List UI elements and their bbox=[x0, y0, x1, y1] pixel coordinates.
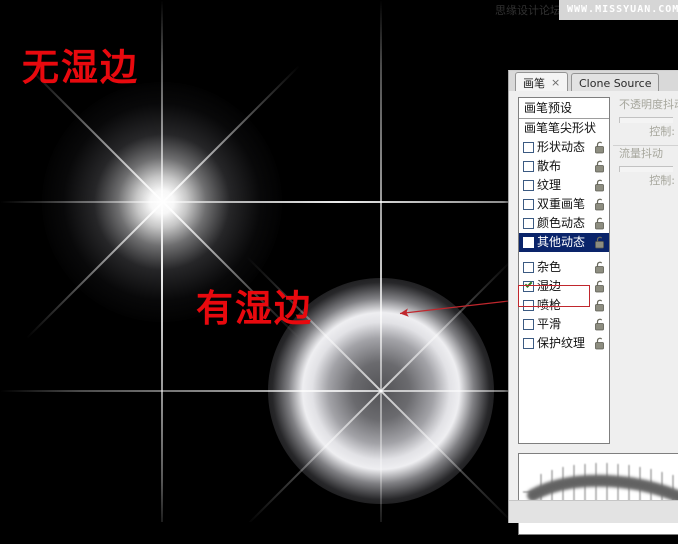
tab-clone-source[interactable]: Clone Source bbox=[571, 73, 660, 92]
lock-icon[interactable] bbox=[594, 217, 606, 230]
brush-options-list[interactable]: 画笔预设 画笔笔尖形状 形状动态 散布 纹理 双重画笔 颜色动态 其他动态 杂色… bbox=[518, 97, 610, 444]
checkbox-dual-brush[interactable] bbox=[523, 199, 534, 210]
watermark-site-name: 思缘设计论坛 bbox=[495, 4, 561, 17]
panel-footer bbox=[509, 500, 678, 523]
screenshot-root: 无湿边 有湿边 思缘设计论坛 WWW.MISSYUAN.COM 画笔 × Clo… bbox=[0, 0, 678, 544]
option-title-opacity-jitter: 不透明度抖动 bbox=[619, 98, 678, 111]
checkbox-wet-edges[interactable] bbox=[523, 281, 534, 292]
checkbox-texture[interactable] bbox=[523, 180, 534, 191]
checkbox-smoothing[interactable] bbox=[523, 319, 534, 330]
list-item-texture[interactable]: 纹理 bbox=[519, 176, 609, 195]
option-control-label-opacity: 控制: bbox=[649, 125, 675, 138]
checkbox-protect-texture[interactable] bbox=[523, 338, 534, 349]
lock-icon[interactable] bbox=[594, 236, 606, 249]
checkbox-scattering[interactable] bbox=[523, 161, 534, 172]
panel-body: 画笔预设 画笔笔尖形状 形状动态 散布 纹理 双重画笔 颜色动态 其他动态 杂色… bbox=[509, 91, 678, 535]
lock-icon[interactable] bbox=[594, 141, 606, 154]
label-with-wet-edges: 有湿边 bbox=[196, 287, 313, 330]
tab-brushes[interactable]: 画笔 × bbox=[515, 72, 569, 92]
lock-icon[interactable] bbox=[594, 261, 606, 274]
brushes-panel: 画笔 × Clone Source 画笔预设 画笔笔尖形状 形状动态 散布 纹理… bbox=[508, 70, 678, 535]
list-item-dual-brush[interactable]: 双重画笔 bbox=[519, 195, 609, 214]
list-item-shape-dynamics[interactable]: 形状动态 bbox=[519, 138, 609, 157]
list-item-color-dynamics[interactable]: 颜色动态 bbox=[519, 214, 609, 233]
lock-icon[interactable] bbox=[594, 299, 606, 312]
list-item-wet-edges[interactable]: 湿边 bbox=[519, 277, 609, 296]
checkbox-noise[interactable] bbox=[523, 262, 534, 273]
tab-brushes-label: 画笔 bbox=[523, 76, 545, 90]
option-title-flow-jitter: 流量抖动 bbox=[619, 147, 663, 160]
watermark: 思缘设计论坛 WWW.MISSYUAN.COM bbox=[489, 0, 678, 20]
lock-icon[interactable] bbox=[594, 318, 606, 331]
option-control-label-flow: 控制: bbox=[649, 174, 675, 187]
list-item-airbrush[interactable]: 喷枪 bbox=[519, 296, 609, 315]
tab-clone-source-label: Clone Source bbox=[579, 76, 652, 90]
lock-icon[interactable] bbox=[594, 280, 606, 293]
lock-icon[interactable] bbox=[594, 337, 606, 350]
list-item-noise[interactable]: 杂色 bbox=[519, 258, 609, 277]
list-item-protect-texture[interactable]: 保护纹理 bbox=[519, 334, 609, 353]
canvas-bottom-strip bbox=[0, 522, 508, 544]
checkbox-shape-dynamics[interactable] bbox=[523, 142, 534, 153]
watermark-url: WWW.MISSYUAN.COM bbox=[567, 4, 678, 15]
checkbox-airbrush[interactable] bbox=[523, 300, 534, 311]
label-no-wet-edges: 无湿边 bbox=[22, 46, 139, 89]
list-item-brush-tip-shape[interactable]: 画笔笔尖形状 bbox=[519, 119, 609, 138]
list-item-other-dynamics[interactable]: 其他动态 bbox=[519, 233, 609, 252]
list-item-scattering[interactable]: 散布 bbox=[519, 157, 609, 176]
panel-tabbar: 画笔 × Clone Source bbox=[509, 71, 678, 92]
lock-icon[interactable] bbox=[594, 179, 606, 192]
lock-icon[interactable] bbox=[594, 198, 606, 211]
checkbox-other-dynamics[interactable] bbox=[523, 237, 534, 248]
lock-icon[interactable] bbox=[594, 160, 606, 173]
close-icon[interactable]: × bbox=[551, 76, 560, 89]
list-item-brush-presets[interactable]: 画笔预设 bbox=[519, 98, 609, 119]
checkbox-color-dynamics[interactable] bbox=[523, 218, 534, 229]
list-item-smoothing[interactable]: 平滑 bbox=[519, 315, 609, 334]
